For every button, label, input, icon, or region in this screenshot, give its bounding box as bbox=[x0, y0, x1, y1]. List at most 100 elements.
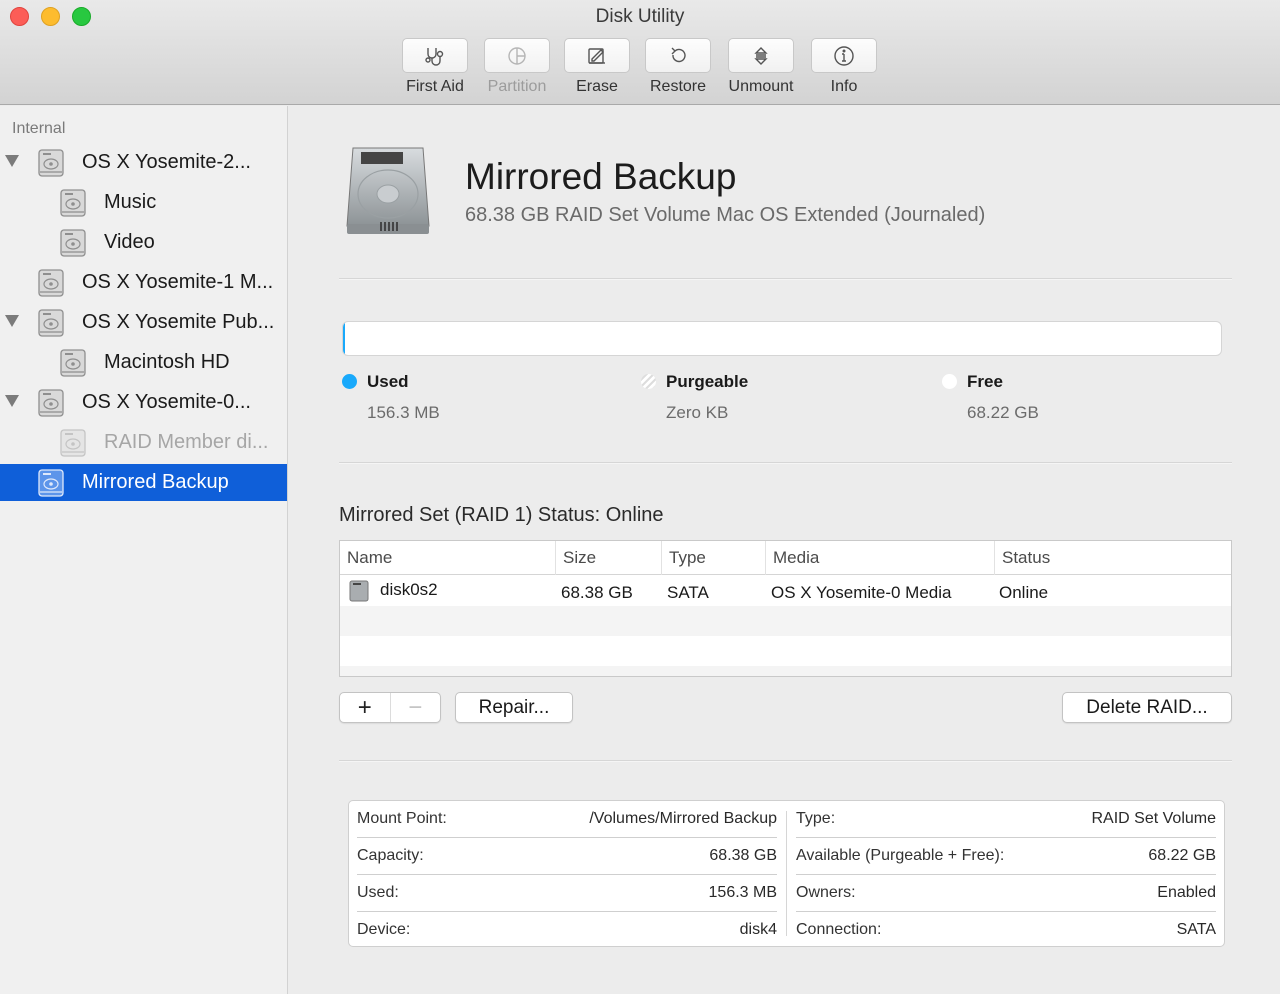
disclosure-triangle-icon[interactable] bbox=[5, 155, 19, 167]
erase-icon bbox=[588, 47, 605, 64]
info-key: Type: bbox=[796, 810, 836, 827]
table-row-empty bbox=[340, 636, 1231, 666]
toolbar-info[interactable]: Info bbox=[799, 38, 889, 96]
disclosure-triangle-icon[interactable] bbox=[5, 395, 19, 407]
info-value: disk4 bbox=[739, 921, 777, 938]
info-value: 156.3 MB bbox=[708, 884, 777, 901]
disk-icon bbox=[38, 388, 64, 417]
disk-icon bbox=[60, 348, 86, 377]
sidebar-item-label: Mirrored Backup bbox=[82, 471, 229, 493]
info-button[interactable] bbox=[811, 38, 877, 73]
first-aid-label: First Aid bbox=[406, 78, 464, 95]
info-column-right: Type: RAID Set Volume Available (Purgeable… bbox=[796, 801, 1216, 948]
info-row: Type: RAID Set Volume bbox=[796, 801, 1216, 838]
info-key: Used: bbox=[357, 884, 399, 901]
legend-purgeable-label: Purgeable bbox=[666, 372, 749, 391]
info-icon bbox=[834, 45, 854, 66]
sidebar-item[interactable]: Video bbox=[0, 224, 287, 261]
sidebar-item[interactable]: Mirrored Backup bbox=[0, 464, 287, 501]
volume-description: 68.38 GB RAID Set Volume Mac OS Extended… bbox=[465, 204, 986, 226]
column-header-size[interactable]: Size bbox=[555, 541, 661, 575]
cell-status: Online bbox=[999, 583, 1049, 602]
used-color-dot bbox=[342, 374, 357, 389]
legend-free-value: 68.22 GB bbox=[967, 403, 1039, 422]
erase-button[interactable] bbox=[564, 38, 630, 73]
legend-free-label: Free bbox=[967, 372, 1003, 391]
sidebar-item-label: Music bbox=[104, 191, 157, 213]
divider bbox=[339, 462, 1232, 464]
toolbar-unmount[interactable]: Unmount bbox=[716, 38, 806, 96]
legend-used-label: Used bbox=[367, 372, 409, 391]
info-row: Device: disk4 bbox=[357, 912, 777, 949]
toolbar-erase[interactable]: Erase bbox=[552, 38, 642, 96]
sidebar-item[interactable]: OS X Yosemite-2... bbox=[0, 144, 287, 181]
info-value: Enabled bbox=[1157, 884, 1216, 901]
add-member-button[interactable]: + bbox=[340, 693, 390, 722]
info-row: Owners: Enabled bbox=[796, 875, 1216, 912]
unmount-label: Unmount bbox=[728, 78, 794, 95]
partition-label: Partition bbox=[487, 78, 547, 95]
sidebar-item[interactable]: RAID Member di... bbox=[0, 424, 287, 461]
column-header-media[interactable]: Media bbox=[765, 541, 994, 575]
eject-icon bbox=[754, 46, 768, 65]
info-row: Capacity: 68.38 GB bbox=[357, 838, 777, 875]
restore-button[interactable] bbox=[645, 38, 711, 73]
delete-raid-button[interactable]: Delete RAID... bbox=[1062, 692, 1232, 723]
column-header-type[interactable]: Type bbox=[661, 541, 765, 575]
sidebar-item-label: Video bbox=[104, 231, 155, 253]
cell-media: OS X Yosemite-0 Media bbox=[771, 583, 952, 602]
info-row: Available (Purgeable + Free): 68.22 GB bbox=[796, 838, 1216, 875]
purgeable-color-dot bbox=[641, 374, 656, 389]
remove-member-button[interactable]: − bbox=[389, 693, 441, 722]
sidebar-item[interactable]: OS X Yosemite Pub... bbox=[0, 304, 287, 341]
sidebar-item-label: OS X Yosemite-0... bbox=[82, 391, 251, 413]
disk-icon bbox=[60, 188, 86, 217]
repair-button[interactable]: Repair... bbox=[455, 692, 573, 723]
table-row[interactable]: disk0s2 68.38 GB SATA OS X Yosemite-0 Me… bbox=[340, 576, 1231, 606]
legend-used-value: 156.3 MB bbox=[367, 403, 440, 422]
free-color-dot bbox=[942, 374, 957, 389]
volume-name: Mirrored Backup bbox=[465, 156, 737, 197]
info-key: Mount Point: bbox=[357, 810, 447, 827]
sidebar-item[interactable]: Music bbox=[0, 184, 287, 221]
unmount-button[interactable] bbox=[728, 38, 794, 73]
divider bbox=[339, 760, 1232, 762]
add-remove-segmented-control: + − bbox=[339, 692, 441, 723]
sidebar-item[interactable]: Macintosh HD bbox=[0, 344, 287, 381]
disk-icon bbox=[38, 468, 64, 497]
hard-drive-icon bbox=[346, 147, 430, 234]
table-row-empty bbox=[340, 606, 1231, 636]
raid-members-table: Name Size Type Media Status disk0s2 68.3… bbox=[339, 540, 1232, 677]
cell-type: SATA bbox=[667, 583, 709, 602]
info-key: Connection: bbox=[796, 921, 882, 938]
table-row-empty bbox=[340, 666, 1231, 676]
column-header-status[interactable]: Status bbox=[994, 541, 1231, 575]
sidebar-item-label: Macintosh HD bbox=[104, 351, 230, 373]
sidebar-section-internal: Internal bbox=[12, 120, 66, 137]
info-value: /Volumes/Mirrored Backup bbox=[589, 810, 777, 827]
cell-size: 68.38 GB bbox=[561, 583, 633, 602]
window-title: Disk Utility bbox=[595, 6, 685, 27]
info-value: 68.22 GB bbox=[1148, 847, 1216, 864]
divider bbox=[339, 278, 1232, 280]
disclosure-triangle-icon[interactable] bbox=[5, 315, 19, 327]
sidebar-item[interactable]: OS X Yosemite-1 M... bbox=[0, 264, 287, 301]
toolbar-restore[interactable]: Restore bbox=[633, 38, 723, 96]
info-value: RAID Set Volume bbox=[1091, 810, 1217, 827]
usage-bar bbox=[342, 321, 1222, 356]
info-column-divider bbox=[786, 811, 787, 936]
info-key: Device: bbox=[357, 921, 411, 938]
column-header-name[interactable]: Name bbox=[340, 541, 555, 575]
disk-icon bbox=[349, 580, 369, 602]
raid-status-title: Mirrored Set (RAID 1) Status: Online bbox=[339, 504, 664, 526]
first-aid-button[interactable] bbox=[402, 38, 468, 73]
partition-button bbox=[484, 38, 550, 73]
info-row: Used: 156.3 MB bbox=[357, 875, 777, 912]
sidebar: Internal OS X Yosemite-2... Music Video OS … bbox=[0, 106, 288, 994]
disk-icon bbox=[38, 148, 64, 177]
usage-bar-used-fill bbox=[343, 322, 346, 355]
info-row: Mount Point: /Volumes/Mirrored Backup bbox=[357, 801, 777, 838]
sidebar-item[interactable]: OS X Yosemite-0... bbox=[0, 384, 287, 421]
disk-icon bbox=[60, 228, 86, 257]
toolbar-first-aid[interactable]: First Aid bbox=[390, 38, 480, 96]
